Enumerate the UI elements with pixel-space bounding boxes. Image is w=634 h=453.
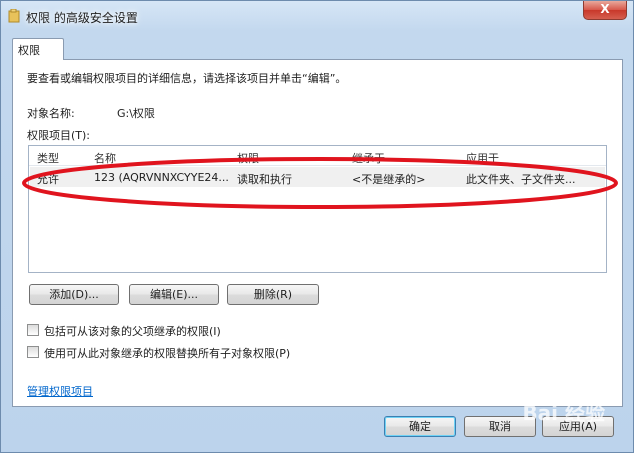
replace-checkbox[interactable]	[27, 346, 39, 358]
permissions-panel: 要查看或编辑权限项目的详细信息，请选择该项目并单击“编辑”。 对象名称: G:\…	[12, 59, 623, 407]
remove-button[interactable]: 删除(R)	[227, 284, 319, 305]
column-name[interactable]: 名称	[94, 150, 116, 166]
cell-type: 允许	[37, 173, 59, 186]
instruction-text: 要查看或编辑权限项目的详细信息，请选择该项目并单击“编辑”。	[27, 72, 347, 85]
column-applies-to[interactable]: 应用于	[466, 150, 499, 166]
column-permission[interactable]: 权限	[237, 150, 259, 166]
table-row[interactable]: 允许 123 (AQRVNNXCYYE24... 读取和执行 <不是继承的> 此…	[30, 167, 605, 187]
object-name-label: 对象名称:	[27, 107, 75, 120]
window-title: 权限 的高级安全设置	[26, 11, 138, 25]
ok-button[interactable]: 确定	[384, 416, 456, 437]
add-button[interactable]: 添加(D)...	[29, 284, 119, 305]
title-bar[interactable]: 权限 的高级安全设置 X	[1, 1, 633, 31]
cell-name: 123 (AQRVNNXCYYE24...	[94, 171, 229, 184]
close-button[interactable]: X	[583, 1, 627, 20]
security-settings-window: 权限 的高级安全设置 X 权限 要查看或编辑权限项目的详细信息，请选择该项目并单…	[0, 0, 634, 453]
watermark: Bai 经验	[522, 401, 605, 425]
permission-list[interactable]: 类型 名称 权限 继承于 应用于 允许 123 (AQRVNNXCYYE24..…	[28, 145, 607, 273]
replace-checkbox-label[interactable]: 使用可从此对象继承的权限替换所有子对象权限(P)	[44, 345, 290, 361]
cell-applies-to: 此文件夹、子文件夹...	[466, 173, 576, 186]
object-name-value: G:\权限	[117, 107, 155, 120]
cell-permission: 读取和执行	[237, 173, 292, 186]
cell-inherited-from: <不是继承的>	[352, 173, 426, 186]
folder-icon	[8, 9, 20, 23]
tab-permissions[interactable]: 权限	[12, 38, 64, 60]
edit-button[interactable]: 编辑(E)...	[129, 284, 219, 305]
list-header: 类型 名称 权限 继承于 应用于	[29, 146, 606, 166]
manage-permissions-link[interactable]: 管理权限项目	[27, 383, 93, 399]
inherit-checkbox-label[interactable]: 包括可从该对象的父项继承的权限(I)	[44, 323, 221, 339]
column-type[interactable]: 类型	[37, 150, 59, 166]
inherit-checkbox[interactable]	[27, 324, 39, 336]
column-inherited-from[interactable]: 继承于	[352, 150, 385, 166]
permission-items-label: 权限项目(T):	[27, 129, 91, 142]
